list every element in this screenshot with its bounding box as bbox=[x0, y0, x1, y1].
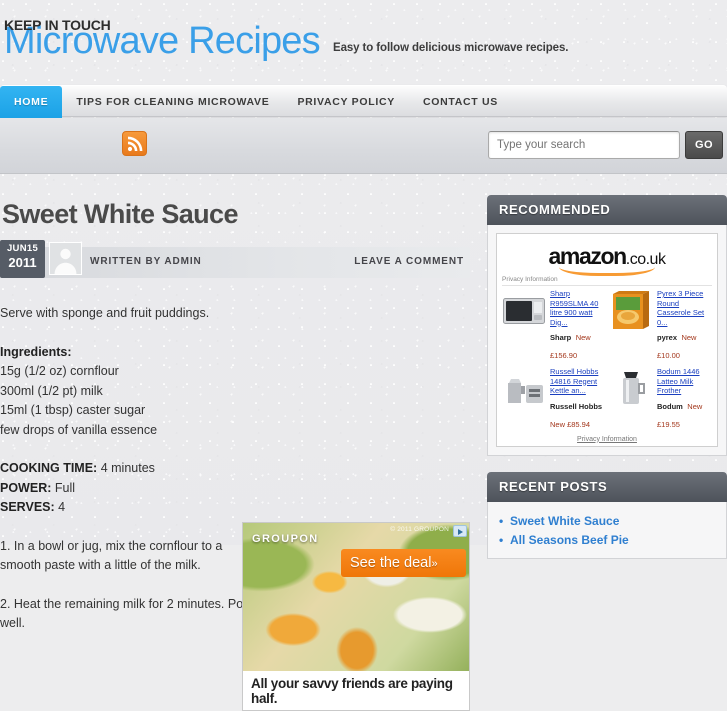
amazon-product-brand: Bodum bbox=[657, 401, 683, 411]
list-item[interactable]: All Seasons Beef Pie bbox=[499, 531, 718, 550]
post-date-year: 2011 bbox=[8, 255, 37, 270]
amazon-product-row: Sharp R959SLMA 40 litre 900 watt Dig... … bbox=[502, 289, 712, 363]
amazon-product-info: Russell Hobbs 14816 Regent Kettle an... … bbox=[550, 367, 605, 432]
nav-item-privacy-policy[interactable]: Privacy Policy bbox=[283, 86, 409, 118]
amazon-product-brand: pyrex bbox=[657, 333, 678, 342]
widget-recent-posts-body: Sweet White Sauce All Seasons Beef Pie bbox=[487, 501, 727, 559]
ingredient-item: 15g (1/2 oz) cornflour bbox=[0, 364, 119, 378]
sidebar: Recommended amazon.co.uk Privacy Informa… bbox=[487, 195, 727, 575]
site-header: Microwave Recipes Easy to follow delicio… bbox=[0, 0, 727, 84]
ingredient-item: 15ml (1 tbsp) caster sugar bbox=[0, 403, 146, 417]
post-date-month: JUN15 bbox=[6, 243, 39, 254]
ad-cta-label: See the deal bbox=[350, 555, 432, 571]
microwave-icon bbox=[502, 289, 546, 333]
ingredient-item: few drops of vanilla essence bbox=[0, 422, 158, 437]
amazon-product[interactable]: Pyrex 3 Piece Round Casserole Set 0... p… bbox=[609, 289, 712, 363]
kettle-toaster-icon bbox=[502, 367, 546, 411]
ingredients-block: Ingredients: 15g (1/2 oz) cornflour 300m… bbox=[0, 343, 235, 441]
list-item[interactable]: Sweet White Sauce bbox=[499, 512, 718, 531]
leave-a-comment-link[interactable]: Leave a comment bbox=[354, 256, 464, 267]
amazon-product-link[interactable]: Bodum 1446 Latteo Milk Frother bbox=[657, 367, 712, 396]
avatar bbox=[49, 242, 82, 275]
ad-headline: All your savvy friends are paying half. bbox=[251, 676, 453, 706]
search-input[interactable] bbox=[488, 131, 680, 159]
power-value: Full bbox=[54, 480, 76, 495]
ad-text-block: All your savvy friends are paying half. … bbox=[243, 671, 469, 710]
ad-brand-label: GROUPON bbox=[252, 533, 319, 545]
ad-cta-button[interactable]: See the deal» bbox=[341, 549, 466, 577]
amazon-product-brand: Sharp bbox=[550, 333, 572, 342]
amazon-product-brand: Russell Hobbs bbox=[550, 401, 603, 411]
amazon-product-info: Sharp R959SLMA 40 litre 900 watt Dig... … bbox=[550, 289, 605, 363]
ingredient-item: 300ml (1/2 pt) milk bbox=[0, 383, 103, 398]
serves-label: SERVES: bbox=[0, 500, 55, 514]
amazon-product-link[interactable]: Pyrex 3 Piece Round Casserole Set 0... bbox=[657, 289, 712, 327]
amazon-ad-unit[interactable]: amazon.co.uk Privacy Information Sharp R… bbox=[496, 233, 718, 447]
amazon-product-row: Russell Hobbs 14816 Regent Kettle an... … bbox=[502, 367, 712, 432]
widget-recent-posts: Recent Posts Sweet White Sauce All Seaso… bbox=[487, 471, 727, 559]
amazon-product[interactable]: Bodum 1446 Latteo Milk Frother Bodum New… bbox=[609, 367, 712, 432]
amazon-product-info: Bodum 1446 Latteo Milk Frother Bodum New… bbox=[657, 367, 712, 432]
recipe-step: 1. In a bowl or jug, mix the cornflour t… bbox=[0, 538, 223, 573]
keep-in-touch-label: KEEP IN TOUCH bbox=[4, 17, 111, 33]
rss-icon[interactable] bbox=[122, 131, 147, 156]
cooking-time-value: 4 minutes bbox=[100, 461, 155, 475]
cooking-time-label: COOKING TIME: bbox=[0, 461, 98, 475]
ad-cta-chevron: » bbox=[431, 558, 438, 570]
widget-recommended-body: amazon.co.uk Privacy Information Sharp R… bbox=[487, 225, 727, 456]
post-author: Written by admin bbox=[90, 256, 202, 267]
widget-recommended: Recommended amazon.co.uk Privacy Informa… bbox=[487, 195, 727, 456]
recent-posts-list: Sweet White Sauce All Seasons Beef Pie bbox=[496, 510, 718, 550]
ad-photo bbox=[243, 523, 469, 671]
amazon-logo: amazon.co.uk bbox=[502, 238, 712, 272]
amazon-logo-word: amazon bbox=[548, 243, 628, 269]
amazon-logo-tld: .co.uk bbox=[625, 251, 666, 268]
post-meta: JUN15 2011 Written by admin Leave a comm… bbox=[0, 240, 470, 278]
amazon-product-price: New £85.94 bbox=[550, 419, 591, 429]
nav-item-contact-us[interactable]: Contact Us bbox=[409, 86, 512, 118]
ingredients-heading: Ingredients: bbox=[0, 344, 72, 359]
groupon-advertisement[interactable]: GROUPON © 2011 GROUPON See the deal» All… bbox=[242, 522, 470, 711]
nav-item-tips-for-cleaning-microwave[interactable]: Tips for Cleaning Microwave bbox=[62, 86, 283, 118]
serves-value: 4 bbox=[58, 500, 66, 514]
casserole-box-icon bbox=[609, 289, 653, 333]
amazon-product[interactable]: Sharp R959SLMA 40 litre 900 watt Dig... … bbox=[502, 289, 605, 363]
amazon-product-link[interactable]: Sharp R959SLMA 40 litre 900 watt Dig... bbox=[550, 289, 605, 327]
amazon-product[interactable]: Russell Hobbs 14816 Regent Kettle an... … bbox=[502, 367, 605, 432]
amazon-privacy-top[interactable]: Privacy Information bbox=[502, 276, 712, 286]
nav-item-home[interactable]: Home bbox=[0, 86, 63, 118]
recipe-facts: COOKING TIME: 4 minutes POWER: Full SERV… bbox=[0, 459, 235, 518]
amazon-product-link[interactable]: Russell Hobbs 14816 Regent Kettle an... bbox=[550, 367, 605, 396]
widget-recent-posts-title: Recent Posts bbox=[487, 471, 727, 502]
search-go-button[interactable]: GO bbox=[685, 131, 723, 159]
site-tagline: Easy to follow delicious microwave recip… bbox=[333, 42, 569, 54]
widget-recommended-title: Recommended bbox=[487, 195, 727, 225]
page-title: Sweet White Sauce bbox=[2, 199, 238, 229]
adchoices-icon[interactable] bbox=[453, 525, 467, 537]
amazon-privacy-bottom[interactable]: Privacy Information bbox=[502, 436, 712, 443]
amazon-product-info: Pyrex 3 Piece Round Casserole Set 0... p… bbox=[657, 289, 712, 363]
frother-icon bbox=[609, 367, 653, 411]
nav-list: Home Tips for Cleaning Microwave Privacy… bbox=[0, 86, 727, 118]
post-date-badge: JUN15 2011 bbox=[0, 240, 45, 278]
post-intro: Serve with sponge and fruit puddings. bbox=[0, 306, 210, 320]
power-label: POWER: bbox=[0, 480, 52, 495]
main-navigation: Home Tips for Cleaning Microwave Privacy… bbox=[0, 85, 727, 118]
ad-copyright: © 2011 GROUPON bbox=[390, 526, 449, 533]
